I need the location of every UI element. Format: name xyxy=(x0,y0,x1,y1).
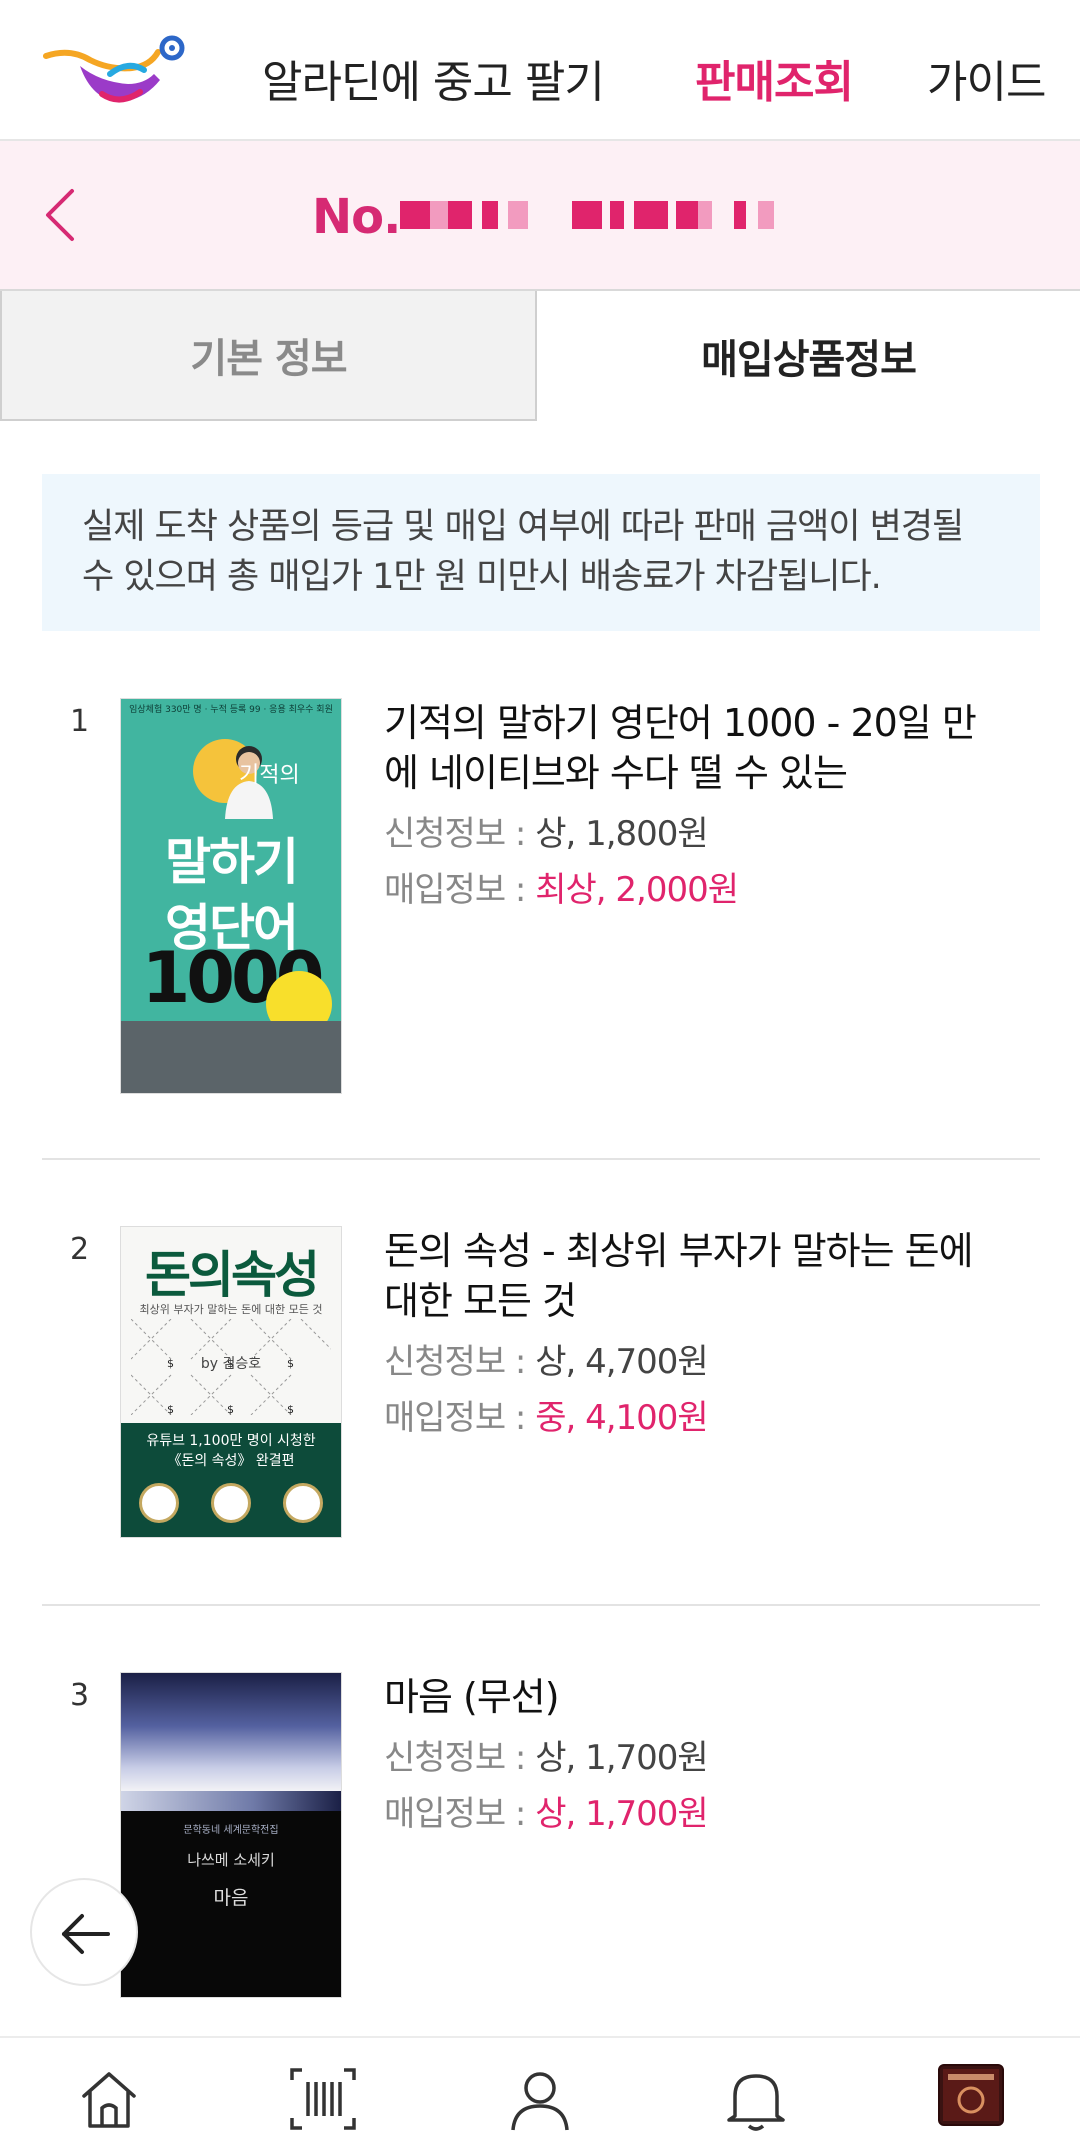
back-button[interactable] xyxy=(30,1878,138,1986)
request-label: 신청정보 : xyxy=(384,1342,526,1382)
purchase-label: 매입정보 : xyxy=(384,1398,526,1438)
order-number-prefix: No. xyxy=(312,189,401,245)
item-number: 2 xyxy=(70,1232,90,1267)
purchase-info: 매입정보 : 상, 1,700원 xyxy=(384,1786,984,1842)
price-notice: 실제 도착 상품의 등급 및 매입 여부에 따라 판매 금액이 변경될 수 있으… xyxy=(42,474,1040,631)
cover-band: 유튜브 1,100만 명이 시청한 《돈의 속성》 완결편 xyxy=(121,1423,341,1537)
list-item[interactable]: 1 임상체험 330만 명 · 누적 등록 99 · 응용 최우수 회원 기적의… xyxy=(42,698,1040,1098)
tab-basic-info[interactable]: 기본 정보 xyxy=(0,291,537,421)
chevron-left-icon[interactable] xyxy=(40,185,80,245)
arrow-left-icon xyxy=(62,1914,110,1954)
award-medal xyxy=(283,1483,323,1523)
request-info: 신청정보 : 상, 4,700원 xyxy=(384,1334,984,1390)
request-value: 상, 1,800원 xyxy=(535,814,709,854)
item-info: 기적의 말하기 영단어 1000 - 20일 만에 네이티브와 수다 떨 수 있… xyxy=(384,698,984,918)
item-number: 1 xyxy=(70,704,90,739)
request-label: 신청정보 : xyxy=(384,814,526,854)
item-title[interactable]: 마음 (무선) xyxy=(384,1672,984,1722)
profile-icon[interactable] xyxy=(505,2064,575,2134)
svg-text:$: $ xyxy=(227,1403,234,1415)
request-info: 신청정보 : 상, 1,700원 xyxy=(384,1730,984,1786)
cover-series: 문학동네 세계문학전집 xyxy=(183,1825,279,1836)
list-item[interactable]: 3 문학동네 세계문학전집 나쓰메 소세키 마음 마음 (무선) 신청정보 : … xyxy=(42,1672,1040,1998)
book-cover[interactable]: 돈의속성 최상위 부자가 말하는 돈에 대한 모든 것 $ $ $ $ $ $ by 김… xyxy=(120,1226,342,1538)
barcode-scan-icon[interactable] xyxy=(288,2064,358,2134)
purchase-value: 상, 1,700원 xyxy=(535,1794,709,1834)
svg-text:$: $ xyxy=(287,1403,294,1415)
cover-author: by 김승호 xyxy=(200,1356,262,1372)
cover-sea-image xyxy=(121,1791,341,1811)
top-nav: 알라딘에 중고 팔기 판매조회 가이드 xyxy=(0,0,1080,141)
cover-top-strip: 임상체험 330만 명 · 누적 등록 99 · 응용 최우수 회원 xyxy=(129,705,333,715)
cover-band-text: 유튜브 1,100만 명이 시청한 《돈의 속성》 완결편 xyxy=(146,1433,316,1469)
purchase-label: 매입정보 : xyxy=(384,870,526,910)
cover-subtitle: 기적의 xyxy=(239,763,300,788)
item-title[interactable]: 돈의 속성 - 최상위 부자가 말하는 돈에 대한 모든 것 xyxy=(384,1226,984,1326)
purchase-value: 최상, 2,000원 xyxy=(535,870,739,910)
book-cover[interactable]: 임상체험 330만 명 · 누적 등록 99 · 응용 최우수 회원 기적의 말… xyxy=(120,698,342,1094)
nav-sales-lookup[interactable]: 판매조회 xyxy=(695,46,854,110)
bottom-nav xyxy=(0,2036,1080,2156)
detail-tabs: 기본 정보 매입상품정보 xyxy=(0,291,1080,421)
list-item[interactable]: 2 돈의속성 최상위 부자가 말하는 돈에 대한 모든 것 $ $ $ $ $ $ by… xyxy=(42,1226,1040,1538)
cover-title: 마음 xyxy=(213,1887,249,1909)
tab-purchased-items[interactable]: 매입상품정보 xyxy=(537,291,1080,421)
item-info: 마음 (무선) 신청정보 : 상, 1,700원 매입정보 : 상, 1,700… xyxy=(384,1672,984,1842)
award-medal xyxy=(139,1483,179,1523)
divider xyxy=(42,1158,1040,1160)
bell-icon[interactable] xyxy=(721,2064,791,2134)
purchase-label: 매입정보 : xyxy=(384,1794,526,1834)
divider xyxy=(42,1604,1040,1606)
svg-text:$: $ xyxy=(167,1403,174,1415)
request-value: 상, 4,700원 xyxy=(535,1342,709,1382)
request-label: 신청정보 : xyxy=(384,1738,526,1778)
profile-image-icon xyxy=(943,2069,999,2121)
item-info: 돈의 속성 - 최상위 부자가 말하는 돈에 대한 모든 것 신청정보 : 상,… xyxy=(384,1226,984,1446)
request-value: 상, 1,700원 xyxy=(535,1738,709,1778)
book-cover[interactable]: 문학동네 세계문학전집 나쓰메 소세키 마음 xyxy=(120,1672,342,1998)
nav-guide[interactable]: 가이드 xyxy=(927,46,1046,110)
aladin-logo[interactable] xyxy=(40,30,190,110)
purchase-info: 매입정보 : 최상, 2,000원 xyxy=(384,862,984,918)
cover-sky-image xyxy=(121,1673,341,1791)
item-title[interactable]: 기적의 말하기 영단어 1000 - 20일 만에 네이티브와 수다 떨 수 있… xyxy=(384,698,984,798)
purchase-info: 매입정보 : 중, 4,100원 xyxy=(384,1390,984,1446)
order-number-redacted xyxy=(400,201,790,231)
purchase-value: 중, 4,100원 xyxy=(535,1398,709,1438)
profile-thumbnail[interactable] xyxy=(938,2064,1004,2126)
order-header: No. xyxy=(0,141,1080,291)
cover-subtitle: 나쓰메 소세키 xyxy=(187,1851,275,1869)
item-number: 3 xyxy=(70,1678,90,1713)
cover-footer xyxy=(121,1021,341,1093)
home-icon[interactable] xyxy=(74,2064,144,2134)
nav-sell-used[interactable]: 알라딘에 중고 팔기 xyxy=(262,46,605,110)
award-medal xyxy=(211,1483,251,1523)
cover-subtitle: 최상위 부자가 말하는 돈에 대한 모든 것 xyxy=(139,1303,323,1316)
request-info: 신청정보 : 상, 1,800원 xyxy=(384,806,984,862)
cover-title: 돈의속성 xyxy=(145,1246,320,1304)
